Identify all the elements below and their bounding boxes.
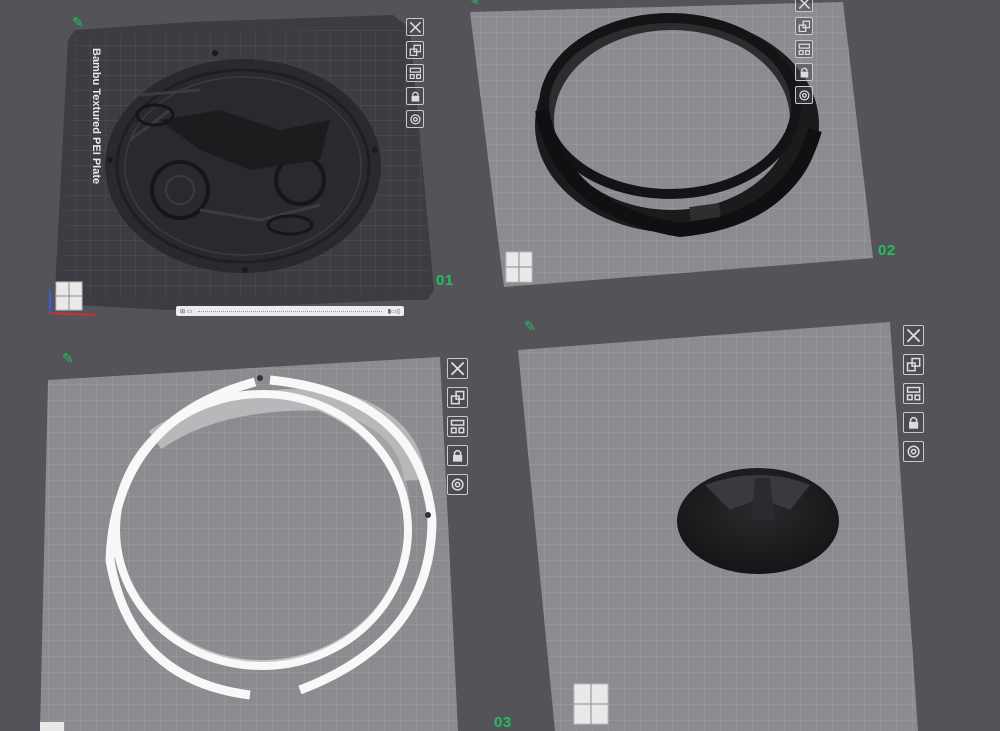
plate-1-toolbar — [406, 18, 424, 133]
arrange-icon[interactable] — [406, 64, 424, 82]
plate-1-status-right: ▮▭▯ — [387, 308, 400, 315]
lock-icon[interactable] — [447, 445, 468, 466]
plate-3-corner-marker — [40, 722, 64, 731]
plate-1-bed-name: Bambu Textured PEI Plate — [90, 48, 102, 185]
settings-icon[interactable] — [406, 110, 424, 128]
auto-orient-icon[interactable] — [447, 387, 468, 408]
close-icon[interactable] — [795, 0, 813, 12]
settings-icon[interactable] — [795, 86, 813, 104]
close-icon[interactable] — [447, 358, 468, 379]
plate-2-number[interactable]: 02 — [878, 242, 896, 259]
close-icon[interactable] — [903, 325, 924, 346]
plate-3-toolbar — [447, 358, 468, 503]
plate-4-edit-icon[interactable]: ✎ — [524, 320, 536, 334]
plate-1-status-bar: ⊞ ▭ ▮▭▯ — [176, 306, 404, 316]
plate-2-edit-icon[interactable]: ✎ — [468, 0, 480, 8]
build-plate-1[interactable] — [49, 15, 434, 316]
plate-1-edit-icon[interactable]: ✎ — [72, 16, 84, 30]
plate-4-toolbar — [903, 325, 924, 470]
close-icon[interactable] — [406, 18, 424, 36]
plate-1-status-left: ⊞ ▭ — [180, 308, 193, 315]
arrange-icon[interactable] — [795, 40, 813, 58]
auto-orient-icon[interactable] — [795, 17, 813, 35]
arrange-icon[interactable] — [447, 416, 468, 437]
plate-2-toolbar — [795, 0, 813, 109]
arrange-icon[interactable] — [903, 383, 924, 404]
settings-icon[interactable] — [903, 441, 924, 462]
plate-3-edit-icon[interactable]: ✎ — [62, 352, 74, 366]
build-plate-4[interactable] — [518, 322, 918, 731]
3d-viewport[interactable] — [0, 0, 1000, 731]
plate-3-number[interactable]: 03 — [494, 714, 512, 731]
plate-1-number[interactable]: 01 — [436, 272, 454, 289]
plate-2-ring-part[interactable] — [535, 13, 822, 238]
plate-4-cap-part[interactable] — [677, 468, 839, 574]
settings-icon[interactable] — [447, 474, 468, 495]
lock-icon[interactable] — [903, 412, 924, 433]
auto-orient-icon[interactable] — [903, 354, 924, 375]
plate-4-corner-marker — [573, 683, 609, 725]
plate-2-corner-marker — [505, 251, 533, 283]
lock-icon[interactable] — [406, 87, 424, 105]
build-plate-3[interactable] — [40, 357, 458, 731]
auto-orient-icon[interactable] — [406, 41, 424, 59]
lock-icon[interactable] — [795, 63, 813, 81]
